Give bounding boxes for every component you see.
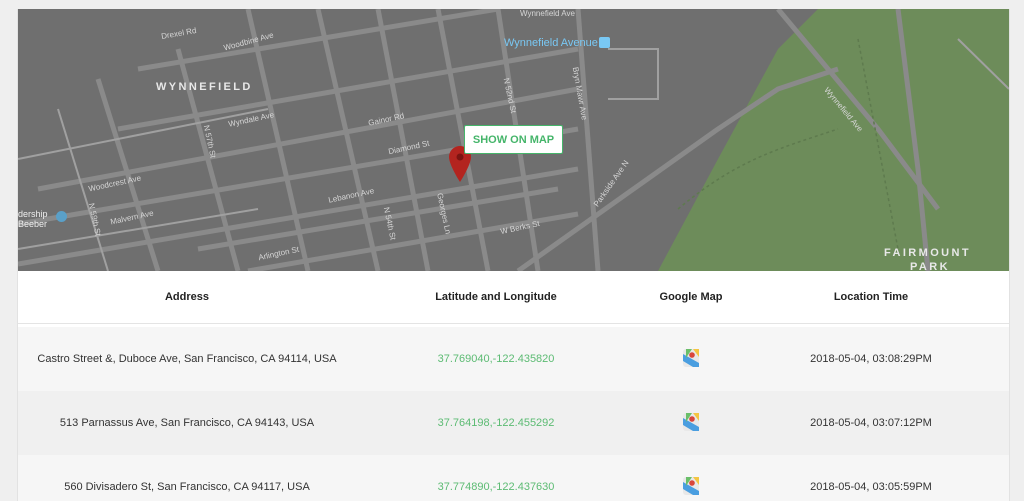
location-history-card: WYNNEFIELD FAIRMOUNT PARK Wynnefield Ave…: [17, 9, 1010, 501]
station-label: Wynnefield Avenue: [504, 37, 598, 49]
street-label: Wynnefield Ave: [520, 9, 575, 18]
location-time-cell: 2018-05-04, 03:05:59PM: [810, 481, 932, 493]
column-header-google-map: Google Map: [659, 291, 723, 303]
table-header: Address Latitude and Longitude Google Ma…: [18, 271, 1009, 324]
lat-long-link[interactable]: 37.764198,-122.455292: [438, 417, 555, 429]
area-label-wynnefield: WYNNEFIELD: [156, 81, 253, 93]
google-maps-icon[interactable]: [683, 477, 699, 495]
area-label-fairmount: FAIRMOUNT: [884, 247, 971, 259]
address-cell: 513 Parnassus Ave, San Francisco, CA 941…: [59, 417, 315, 429]
location-time-cell: 2018-05-04, 03:07:12PM: [810, 417, 932, 429]
train-station-icon: [599, 37, 610, 48]
poi-icon: [56, 211, 67, 222]
column-header-location-time: Location Time: [833, 291, 909, 303]
location-time-cell: 2018-05-04, 03:08:29PM: [810, 353, 932, 365]
map-preview[interactable]: WYNNEFIELD FAIRMOUNT PARK Wynnefield Ave…: [18, 9, 1009, 271]
table-row: Castro Street &, Duboce Ave, San Francis…: [18, 327, 1009, 391]
address-cell: Castro Street &, Duboce Ave, San Francis…: [37, 353, 337, 365]
lat-long-link[interactable]: 37.769040,-122.435820: [438, 353, 555, 365]
google-maps-icon[interactable]: [683, 413, 699, 431]
address-cell: 560 Divisadero St, San Francisco, CA 941…: [64, 481, 310, 493]
area-label-park: PARK: [910, 261, 950, 271]
google-maps-icon[interactable]: [683, 349, 699, 367]
lat-long-link[interactable]: 37.774890,-122.437630: [438, 481, 555, 493]
column-header-address: Address: [164, 291, 210, 303]
table-row: 513 Parnassus Ave, San Francisco, CA 941…: [18, 391, 1009, 455]
column-header-lat-long: Latitude and Longitude: [435, 291, 557, 303]
poi-label: dership Beeber: [18, 209, 48, 229]
table-row: 560 Divisadero St, San Francisco, CA 941…: [18, 455, 1009, 501]
show-on-map-button[interactable]: SHOW ON MAP: [464, 125, 563, 154]
